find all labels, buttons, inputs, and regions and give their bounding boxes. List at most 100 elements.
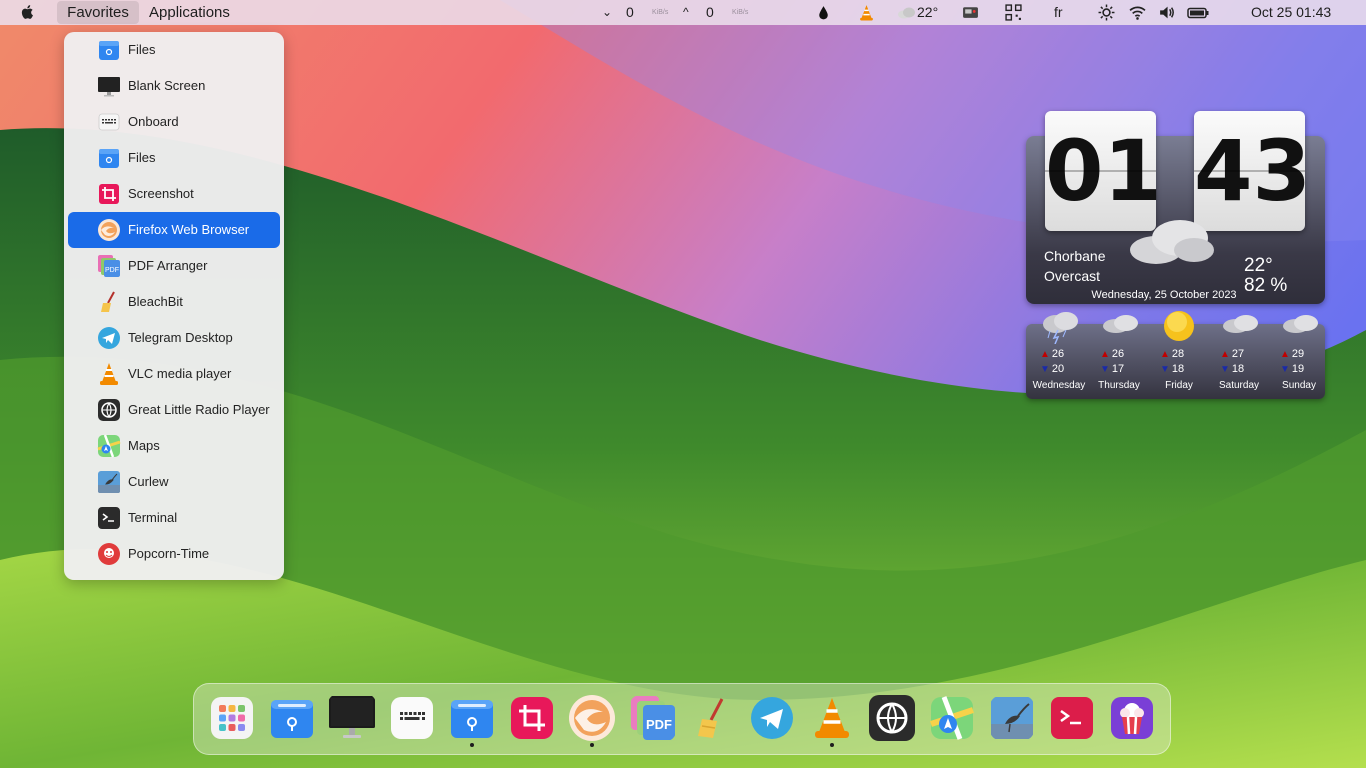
dock-firefox-icon[interactable] <box>568 694 616 742</box>
monitor-icon <box>98 77 120 97</box>
maps-icon <box>97 434 121 458</box>
forecast-day: ▲ 26 ▼ 20 Wednesday <box>1026 308 1092 398</box>
menu-item-label: Popcorn-Time <box>128 546 210 561</box>
menu-item-label: BleachBit <box>128 294 183 309</box>
net-up-unit: KiB/s <box>732 9 749 16</box>
low-arrow-icon: ▼ <box>1220 364 1230 375</box>
low-arrow-icon: ▼ <box>1040 364 1050 375</box>
dock-files-icon[interactable] <box>270 696 314 740</box>
menu-item-label: Curlew <box>128 474 169 489</box>
dock-curlew-icon[interactable] <box>990 696 1034 740</box>
menu-item-label: Files <box>128 42 156 57</box>
menu-item-telegram[interactable]: Telegram Desktop <box>68 320 280 356</box>
forecast-high: 26 <box>1051 348 1065 360</box>
forecast-high: 26 <box>1111 348 1125 360</box>
applications-menu-button[interactable]: Applications <box>149 0 230 25</box>
menu-item-onboard[interactable]: Onboard <box>68 104 280 140</box>
dock-monitor-icon[interactable] <box>328 694 376 742</box>
pdf-icon: PDF <box>98 255 120 277</box>
menu-item-files[interactable]: Files <box>68 32 280 68</box>
forecast-day-name: Sunday <box>1282 380 1316 391</box>
dock-maps-icon[interactable] <box>930 696 974 740</box>
dock-files-icon[interactable] <box>450 696 494 740</box>
forecast-day-name: Saturday <box>1218 380 1260 391</box>
dock-keyboard-icon[interactable] <box>390 696 434 740</box>
favorites-menu-button[interactable]: Favorites <box>57 1 139 24</box>
menu-item-firefox[interactable]: Firefox Web Browser <box>68 212 280 248</box>
weather-cloud-icon[interactable] <box>896 4 918 21</box>
clock-datetime[interactable]: Oct 25 01:43 <box>1251 0 1331 25</box>
brightness-icon[interactable] <box>1098 4 1115 21</box>
weather-location: Chorbane <box>1044 248 1106 264</box>
qr-code-icon[interactable] <box>1005 4 1022 21</box>
dock-terminal-icon[interactable] <box>1050 696 1094 740</box>
menu-item-label: Great Little Radio Player <box>128 402 270 417</box>
menu-item-vlc[interactable]: VLC media player <box>68 356 280 392</box>
forecast-day: ▲ 26 ▼ 17 Thursday <box>1086 308 1152 398</box>
weather-current-temperature: 22° <box>1244 255 1273 276</box>
favorites-menu: Files Blank Screen Onboard Files Screens… <box>64 32 284 580</box>
dock-broom-icon[interactable] <box>690 696 734 740</box>
menu-item-maps[interactable]: Maps <box>68 428 280 464</box>
droplet-icon[interactable] <box>815 4 832 21</box>
menu-item-pdf-arranger[interactable]: PDF PDF Arranger <box>68 248 280 284</box>
forecast-day: ▲ 29 ▼ 19 Sunday <box>1266 308 1332 398</box>
cloud-icon <box>1223 315 1258 333</box>
menu-item-screenshot[interactable]: Screenshot <box>68 176 280 212</box>
volume-icon[interactable] <box>1158 4 1175 21</box>
svg-text:PDF: PDF <box>646 717 672 732</box>
crop-icon <box>99 184 119 204</box>
forecast-low: 17 <box>1111 363 1125 375</box>
forecast-high: 29 <box>1291 348 1305 360</box>
dock-pdf-icon[interactable]: PDF <box>630 695 676 741</box>
dock-popcorn-icon[interactable] <box>1110 696 1154 740</box>
battery-icon[interactable] <box>1187 4 1209 21</box>
dock-app-grid-icon[interactable] <box>210 696 254 740</box>
download-arrow-icon: ⌄ <box>602 5 613 19</box>
terminal-icon <box>98 507 120 529</box>
menu-item-popcorn-time[interactable]: Popcorn-Time <box>68 536 280 572</box>
dock-vlc-icon[interactable] <box>810 696 854 740</box>
firefox-icon <box>98 219 120 241</box>
weather-condition: Overcast <box>1044 268 1101 284</box>
low-arrow-icon: ▼ <box>1100 364 1110 375</box>
menu-item-blank-screen[interactable]: Blank Screen <box>68 68 280 104</box>
net-down-unit: KiB/s <box>652 9 669 16</box>
broom-icon <box>101 291 115 312</box>
menu-item-label: Terminal <box>128 510 178 525</box>
running-indicator <box>590 743 594 747</box>
wifi-icon[interactable] <box>1129 4 1146 21</box>
top-bar: Favorites Applications ⌄ 0 KiB/s ^ 0 KiB… <box>0 0 1366 25</box>
high-arrow-icon: ▲ <box>1220 349 1230 360</box>
menu-item-label: VLC media player <box>128 366 232 381</box>
menu-item-label: Onboard <box>128 114 179 129</box>
low-arrow-icon: ▼ <box>1280 364 1290 375</box>
high-arrow-icon: ▲ <box>1040 349 1050 360</box>
apple-logo-icon[interactable] <box>19 3 37 21</box>
weather-date: Wednesday, 25 October 2023 <box>1091 289 1237 301</box>
thunderstorm-icon <box>1043 312 1078 344</box>
menu-item-label: Telegram Desktop <box>128 330 233 345</box>
dock-crop-icon[interactable] <box>510 696 554 740</box>
screen-recorder-icon[interactable] <box>962 4 979 21</box>
forecast-day-name: Wednesday <box>1032 380 1086 391</box>
keyboard-layout-indicator[interactable]: fr <box>1054 0 1063 25</box>
net-down-value: 0 <box>626 4 634 20</box>
menu-item-label: Firefox Web Browser <box>128 222 250 237</box>
dock-telegram-icon[interactable] <box>750 696 794 740</box>
vlc-tray-icon[interactable] <box>858 4 875 21</box>
menu-item-terminal[interactable]: Terminal <box>68 500 280 536</box>
cloud-icon <box>1103 315 1138 333</box>
high-arrow-icon: ▲ <box>1280 349 1290 360</box>
menu-item-files[interactable]: Files <box>68 140 280 176</box>
curlew-icon <box>98 471 120 493</box>
files-icon <box>99 149 119 168</box>
forecast-low: 20 <box>1051 363 1065 375</box>
forecast-low: 18 <box>1231 363 1245 375</box>
menu-item-curlew[interactable]: Curlew <box>68 464 280 500</box>
menu-item-bleachbit[interactable]: BleachBit <box>68 284 280 320</box>
menu-item-label: PDF Arranger <box>128 258 208 273</box>
dock-radio-globe-icon[interactable] <box>868 694 916 742</box>
menu-item-radio-player[interactable]: Great Little Radio Player <box>68 392 280 428</box>
weather-temperature[interactable]: 22° <box>917 0 938 25</box>
